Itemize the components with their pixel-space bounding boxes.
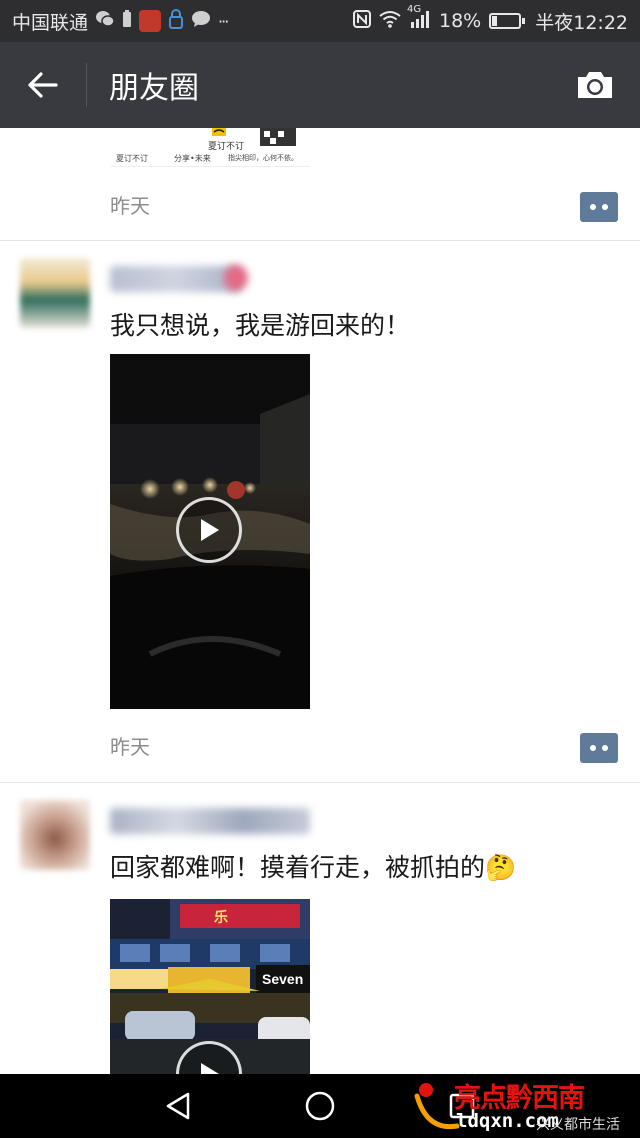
page-title: 朋友圈 bbox=[109, 71, 199, 106]
comment-button[interactable] bbox=[580, 733, 618, 763]
wifi-icon bbox=[379, 10, 401, 32]
title-divider bbox=[86, 63, 87, 107]
network-type: 4G bbox=[407, 4, 422, 15]
post-text: 回家都难啊！摸着行走，被抓拍的🤔 bbox=[110, 853, 517, 882]
watermark-caption: 兴义都市生活 bbox=[536, 1117, 620, 1133]
dot-icon bbox=[590, 204, 596, 210]
watermark: 亮点黔西南 ldqxn.com 兴义都市生活 bbox=[412, 1074, 632, 1138]
ad-text-2: 分享•未来 bbox=[174, 154, 211, 163]
post-video[interactable] bbox=[110, 354, 310, 709]
camera-icon bbox=[578, 72, 612, 98]
battery-level bbox=[492, 16, 497, 26]
post-ad: 夏订不订 夏订不订 分享•未来 指尖相印，心何不依。 昨天 bbox=[0, 128, 640, 240]
emoji-blurred bbox=[224, 265, 248, 291]
carrier-label: 中国联通 bbox=[12, 11, 89, 34]
nfc-icon bbox=[353, 10, 371, 32]
back-button[interactable] bbox=[0, 42, 86, 128]
play-icon bbox=[201, 519, 219, 541]
dot-icon bbox=[602, 204, 608, 210]
battery-icon bbox=[489, 13, 526, 29]
wechat-icon bbox=[95, 10, 115, 32]
moments-feed[interactable]: 夏订不订 夏订不订 分享•未来 指尖相印，心何不依。 昨天 我只想说，我是游回来… bbox=[0, 128, 640, 1074]
battery-saver-icon bbox=[122, 10, 132, 32]
title-bar: 朋友圈 bbox=[0, 42, 640, 128]
nickname-blurred[interactable] bbox=[110, 266, 240, 292]
nav-home-button[interactable] bbox=[300, 1086, 340, 1126]
huawei-icon bbox=[139, 10, 162, 32]
arrow-left-icon bbox=[28, 72, 58, 98]
nav-back-button[interactable] bbox=[158, 1086, 198, 1126]
avatar[interactable] bbox=[20, 800, 90, 870]
signal-icon: 4G bbox=[407, 4, 431, 32]
post-1: 我只想说，我是游回来的！ 昨天 bbox=[0, 241, 640, 782]
triangle-back-icon bbox=[166, 1092, 190, 1120]
dot-icon bbox=[602, 745, 608, 751]
lock-icon bbox=[168, 9, 184, 33]
play-icon bbox=[201, 1063, 219, 1074]
post-time: 昨天 bbox=[110, 735, 150, 759]
post-2: 回家都难啊！摸着行走，被抓拍的🤔 Seven 乐 bbox=[0, 783, 640, 1074]
post-text: 我只想说，我是游回来的！ bbox=[110, 311, 411, 340]
status-bar: 中国联通 ··· 4G 18% 半夜12:22 bbox=[0, 0, 640, 42]
comment-button[interactable] bbox=[580, 192, 618, 222]
dot-icon bbox=[590, 745, 596, 751]
nickname-blurred[interactable] bbox=[110, 808, 310, 834]
post-time: 昨天 bbox=[110, 194, 150, 218]
ad-brand: 夏订不订 bbox=[208, 142, 245, 152]
ad-text-3: 指尖相印，心何不依。 bbox=[228, 154, 298, 162]
battery-percent: 18% bbox=[439, 10, 482, 32]
ad-text-1: 夏订不订 bbox=[116, 154, 148, 163]
shop-sign-text: Seven bbox=[262, 971, 304, 987]
camera-button[interactable] bbox=[572, 62, 618, 108]
post-video[interactable]: Seven 乐 bbox=[110, 899, 310, 1074]
shop-sign-text: 乐 bbox=[214, 910, 228, 926]
circle-home-icon bbox=[305, 1091, 335, 1121]
clock: 半夜12:22 bbox=[535, 11, 628, 34]
play-button[interactable] bbox=[176, 497, 242, 563]
ad-image[interactable]: 夏订不订 夏订不订 分享•未来 指尖相印，心何不依。 bbox=[110, 128, 310, 167]
avatar[interactable] bbox=[20, 258, 90, 328]
more-icon: ··· bbox=[218, 11, 229, 31]
message-icon bbox=[191, 10, 211, 32]
